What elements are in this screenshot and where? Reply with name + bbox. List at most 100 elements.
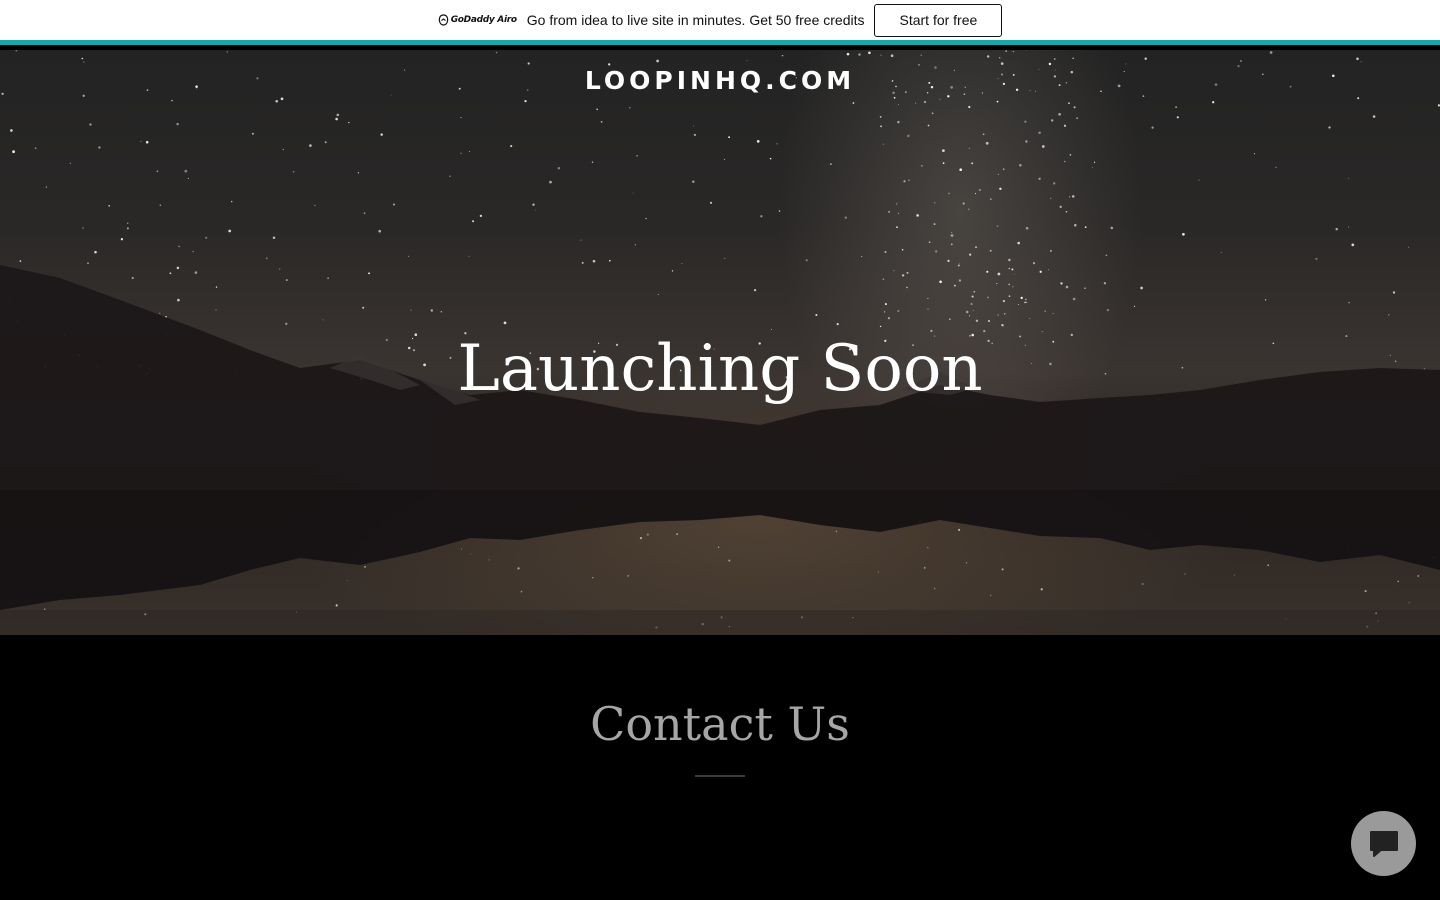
star	[693, 133, 696, 136]
star	[996, 225, 999, 227]
star	[322, 319, 324, 321]
star	[1103, 282, 1107, 285]
star	[94, 250, 97, 254]
star	[915, 102, 917, 104]
star	[336, 113, 340, 117]
star	[1048, 62, 1052, 66]
star	[327, 277, 329, 279]
star	[968, 105, 971, 109]
star	[997, 174, 999, 175]
star	[1063, 124, 1067, 127]
star	[600, 121, 603, 123]
star-reflection	[639, 536, 643, 540]
start-for-free-button[interactable]: Start for free	[874, 3, 1003, 37]
star	[1392, 291, 1396, 294]
star	[880, 125, 883, 128]
star	[1315, 257, 1318, 260]
star	[893, 270, 895, 272]
star-reflection	[1267, 564, 1270, 567]
star	[176, 122, 179, 126]
promo-banner: GoDaddy Airo Go from idea to live site i…	[0, 0, 1440, 45]
star	[1017, 241, 1020, 245]
star	[760, 215, 763, 218]
star	[591, 161, 594, 163]
star	[108, 205, 110, 207]
star	[942, 149, 945, 152]
star	[527, 62, 530, 65]
star	[69, 162, 71, 164]
site-title[interactable]: LOOPINHQ.COM	[0, 66, 1440, 95]
star	[953, 284, 956, 287]
star	[1151, 126, 1154, 129]
star	[836, 322, 839, 326]
star	[1065, 285, 1069, 289]
star	[681, 263, 683, 264]
star	[883, 311, 886, 313]
star	[609, 259, 611, 262]
star	[368, 272, 371, 275]
star	[19, 260, 22, 262]
star	[596, 108, 599, 111]
star	[1065, 210, 1068, 213]
star	[231, 200, 233, 203]
star	[830, 163, 832, 165]
star	[1356, 57, 1359, 61]
star	[887, 317, 890, 320]
star	[1140, 286, 1143, 290]
star	[187, 177, 190, 180]
star	[1011, 268, 1014, 271]
godaddy-airo-logo[interactable]: GoDaddy Airo	[438, 14, 517, 26]
star	[657, 294, 659, 296]
star-reflection	[520, 590, 523, 593]
hero-section: LOOPINHQ.COM Launching Soon	[0, 50, 1440, 635]
star-reflection	[965, 562, 968, 564]
star	[933, 223, 936, 226]
star	[314, 204, 316, 207]
star	[781, 54, 784, 57]
star	[145, 140, 149, 144]
star	[728, 136, 731, 139]
contact-section: Contact Us	[0, 635, 1440, 900]
star	[988, 320, 990, 322]
star	[215, 309, 217, 311]
star	[1253, 153, 1255, 155]
star-reflection	[1040, 588, 1043, 591]
star	[535, 209, 537, 211]
star	[1049, 197, 1052, 200]
star	[1002, 168, 1005, 170]
lake-reflection	[0, 490, 1440, 610]
star	[1053, 58, 1056, 60]
star	[756, 140, 760, 143]
star	[228, 229, 232, 233]
star	[1133, 305, 1136, 308]
star	[265, 257, 268, 260]
star	[1072, 57, 1074, 59]
star	[1328, 126, 1331, 129]
star	[1084, 287, 1086, 289]
star	[215, 286, 218, 288]
star	[709, 201, 713, 204]
star	[1025, 140, 1028, 143]
star	[335, 117, 338, 121]
star	[949, 318, 951, 320]
star	[947, 259, 950, 262]
star	[1220, 251, 1222, 253]
star	[897, 309, 900, 313]
chat-button[interactable]	[1351, 811, 1416, 876]
star	[205, 236, 208, 239]
star-reflection	[1417, 574, 1420, 578]
star	[194, 271, 198, 274]
star	[998, 56, 1001, 59]
star	[920, 164, 923, 167]
star	[184, 169, 188, 173]
star	[769, 157, 772, 160]
star	[1058, 112, 1061, 116]
star	[897, 212, 899, 214]
star	[906, 286, 908, 289]
star	[893, 96, 896, 99]
star	[1069, 154, 1072, 156]
star	[449, 175, 451, 178]
star	[950, 243, 953, 246]
star	[1025, 226, 1029, 230]
star	[82, 227, 84, 229]
